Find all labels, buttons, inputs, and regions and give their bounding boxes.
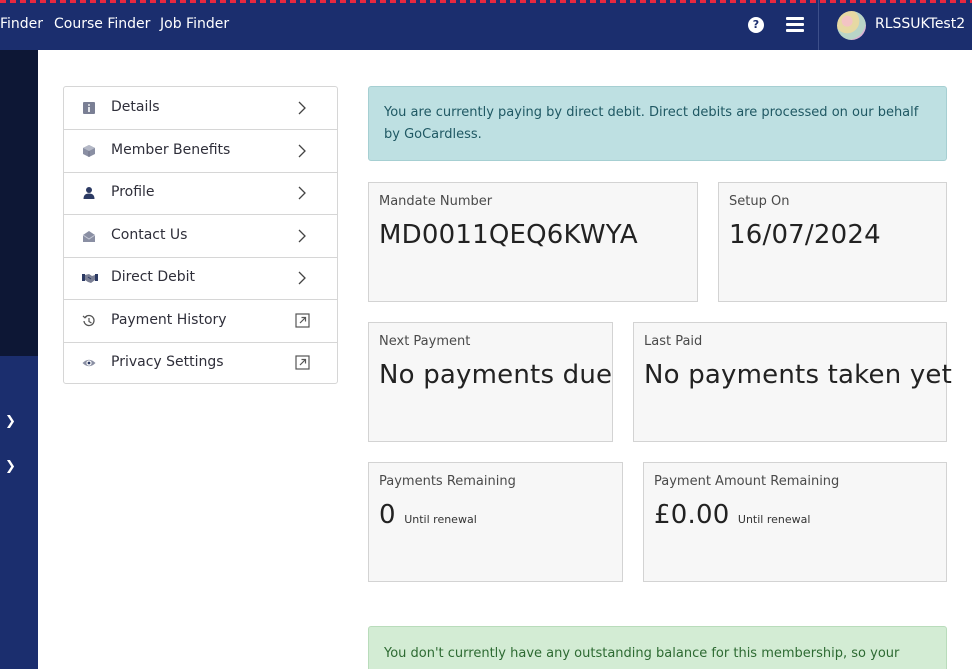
card-label: Setup On [729, 194, 790, 209]
hamburger-menu-icon[interactable] [786, 17, 804, 32]
menu-item-contact-us[interactable]: Contact Us [64, 215, 337, 258]
setup-date-value: 16/07/2024 [729, 220, 881, 250]
payment-amount-remaining-card: Payment Amount Remaining £0.00 Until ren… [643, 462, 947, 582]
success-alert-text: You don't currently have any outstanding… [384, 646, 900, 669]
chevron-right-icon [298, 101, 306, 115]
setup-on-card: Setup On 16/07/2024 [718, 182, 947, 302]
account-side-menu: Details Member Benefits Profile Contact … [63, 86, 338, 384]
menu-item-label: Payment History [111, 312, 227, 328]
menu-item-label: Contact Us [111, 227, 188, 243]
balance-success-alert: You don't currently have any outstanding… [368, 626, 947, 669]
payments-remaining-card: Payments Remaining 0 Until renewal [368, 462, 623, 582]
nav-link-job-finder[interactable]: Job Finder [160, 16, 229, 32]
username[interactable]: RLSSUKTest2 [875, 16, 965, 32]
menu-item-details[interactable]: Details [64, 87, 337, 130]
top-accent-stripe [0, 0, 972, 3]
mandate-number-value: MD0011QEQ6KWYA [379, 220, 638, 250]
info-alert-text: You are currently paying by direct debit… [384, 105, 919, 142]
info-icon [83, 102, 95, 114]
chevron-right-icon[interactable]: ❯ [5, 415, 16, 429]
chevron-right-icon [298, 229, 306, 243]
menu-item-profile[interactable]: Profile [64, 172, 337, 215]
until-renewal-note: Until renewal [404, 513, 477, 526]
menu-item-member-benefits[interactable]: Member Benefits [64, 130, 337, 173]
amount-remaining-number: £0.00 [654, 500, 730, 530]
next-payment-card: Next Payment No payments due [368, 322, 613, 442]
menu-item-label: Member Benefits [111, 142, 231, 158]
history-icon [82, 314, 95, 327]
card-label: Last Paid [644, 334, 703, 349]
card-label: Mandate Number [379, 194, 493, 209]
chevron-right-icon [298, 144, 306, 158]
nav-link-finder[interactable]: Finder [0, 16, 43, 32]
handshake-icon [82, 274, 98, 283]
nav-link-course-finder[interactable]: Course Finder [54, 16, 150, 32]
menu-item-direct-debit[interactable]: Direct Debit [64, 257, 337, 300]
payment-amount-remaining-value: £0.00 Until renewal [654, 500, 810, 530]
direct-debit-info-alert: You are currently paying by direct debit… [368, 86, 947, 161]
card-label: Payment Amount Remaining [654, 474, 840, 489]
left-sidebar-collapsed-top [0, 50, 38, 356]
person-icon [83, 187, 95, 199]
card-label: Payments Remaining [379, 474, 516, 489]
menu-item-label: Privacy Settings [111, 354, 224, 370]
mandate-number-card: Mandate Number MD0011QEQ6KWYA [368, 182, 698, 302]
external-link-icon [295, 313, 310, 328]
menu-item-label: Details [111, 99, 160, 115]
chevron-right-icon [298, 271, 306, 285]
avatar[interactable] [837, 11, 866, 40]
menu-item-privacy-settings[interactable]: Privacy Settings [64, 342, 337, 385]
card-label: Next Payment [379, 334, 471, 349]
last-paid-card: Last Paid No payments taken yet [633, 322, 952, 442]
payments-remaining-value: 0 Until renewal [379, 500, 477, 530]
menu-item-label: Direct Debit [111, 269, 196, 285]
chevron-right-icon [298, 186, 306, 200]
until-renewal-note: Until renewal [737, 513, 811, 526]
last-paid-value: No payments taken yet [644, 360, 953, 390]
left-sidebar-collapsed-bottom: ❯ ❯ [0, 356, 38, 669]
box-icon [83, 145, 95, 157]
menu-item-label: Profile [111, 184, 155, 200]
user-divider [818, 0, 819, 50]
chevron-right-icon[interactable]: ❯ [5, 460, 16, 474]
eye-icon [82, 359, 96, 367]
payments-remaining-number: 0 [379, 500, 396, 530]
envelope-open-icon [82, 231, 96, 242]
external-link-icon [295, 355, 310, 370]
top-navigation-bar: Finder Course Finder Job Finder ? RLSSUK… [0, 0, 972, 50]
menu-item-payment-history[interactable]: Payment History [64, 300, 337, 343]
next-payment-value: No payments due [379, 360, 613, 390]
question-circle-icon[interactable]: ? [748, 17, 764, 33]
